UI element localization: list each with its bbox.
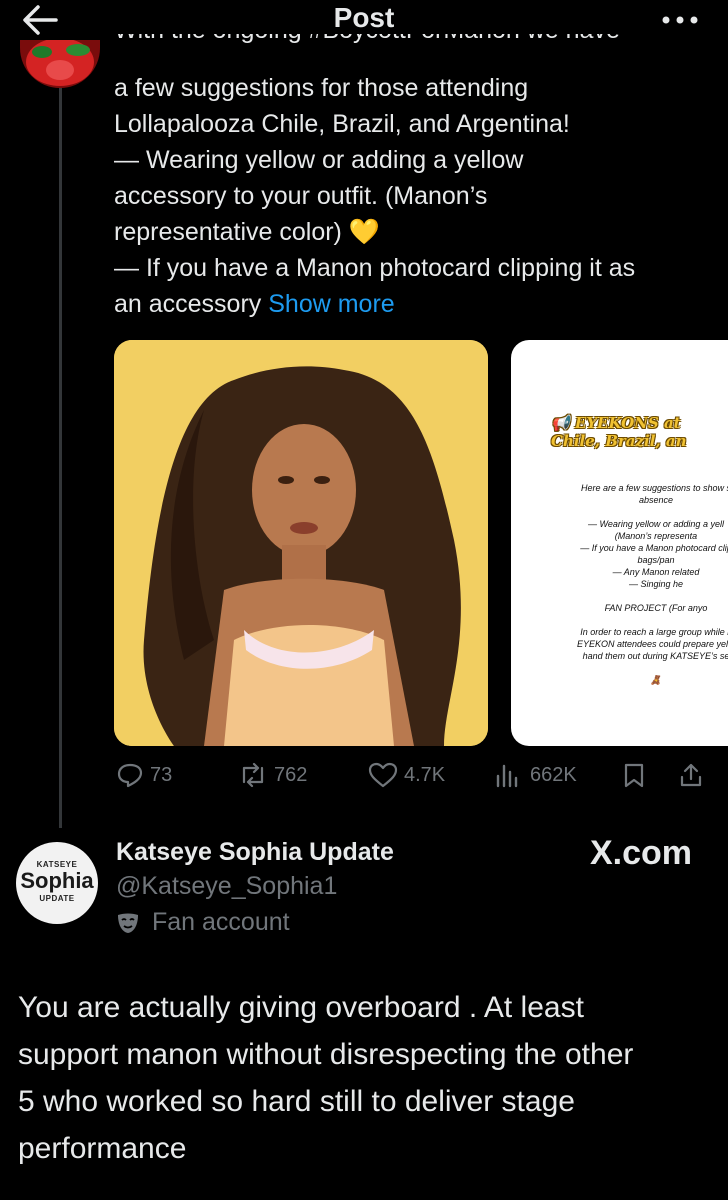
- heart-icon: [368, 762, 398, 788]
- views-count: 662K: [530, 763, 577, 786]
- tweet-text-line: representative color) 💛: [114, 218, 380, 246]
- tweet-text-line: — If you have a Manon photocard clipping…: [114, 254, 636, 282]
- fan-account-label: Fan account: [116, 908, 290, 937]
- reply-count: 73: [150, 763, 173, 786]
- repost-count: 762: [274, 763, 308, 786]
- reply-text-line: support manon without disrespecting the …: [18, 1038, 634, 1071]
- reply-text-line: You are actually giving overboard . At l…: [18, 991, 584, 1024]
- reply-text-line: performance: [18, 1132, 187, 1165]
- bookmark-button[interactable]: [622, 762, 646, 788]
- views-button[interactable]: 662K: [494, 762, 577, 788]
- like-button[interactable]: 4.7K: [368, 762, 445, 788]
- reply-text: You are actually giving overboard . At l…: [18, 984, 718, 1172]
- account-avatar[interactable]: KATSEYE Sophia UPDATE: [16, 842, 98, 924]
- tweet-text-partial-line: With the ongoing #BoycottForManon we hav…: [114, 34, 714, 70]
- tweet-text-line: accessory to your outfit. (Manon’s: [114, 182, 488, 210]
- flyer-title: 📢 EYEKONS at Chile, Brazil, an: [551, 414, 687, 450]
- like-count: 4.7K: [404, 763, 446, 786]
- repost-icon: [242, 762, 264, 788]
- photo-portrait[interactable]: [114, 340, 488, 746]
- page-title: Post: [333, 2, 395, 33]
- bookmark-icon: [624, 763, 644, 788]
- repost-button[interactable]: 762: [238, 762, 307, 788]
- tweet-text-line: Lollapalooza Chile, Brazil, and Argentin…: [114, 110, 570, 138]
- more-horizontal-icon: [662, 16, 698, 24]
- share-icon: [680, 763, 702, 787]
- account-name[interactable]: Katseye Sophia Update: [116, 838, 394, 867]
- more-options-button[interactable]: [660, 4, 700, 38]
- photo-flyer[interactable]: 📢 EYEKONS at Chile, Brazil, an Here are …: [511, 340, 728, 746]
- share-button[interactable]: [678, 762, 704, 788]
- tweet-action-bar: 73 762 4.7K 662K: [114, 762, 714, 792]
- reply-button[interactable]: 73: [116, 762, 172, 788]
- reply-icon: [117, 763, 143, 788]
- flyer-text: Here are a few suggestions to show s abs…: [576, 483, 728, 685]
- reply-text-line: 5 who worked so hard still to deliver st…: [18, 1085, 575, 1118]
- tweet-text: With the ongoing #BoycottForManon we hav…: [114, 34, 714, 322]
- thread-connector-line: [59, 86, 62, 828]
- tweet-text-line: an accessory Show more: [114, 290, 395, 318]
- tweet-text-line: — Wearing yellow or adding a yellow: [114, 146, 524, 174]
- show-more-link[interactable]: Show more: [268, 290, 394, 318]
- analytics-icon: [496, 764, 518, 788]
- mask-icon: [118, 913, 138, 933]
- account-handle[interactable]: @Katseye_Sophia1: [116, 872, 337, 901]
- author-avatar[interactable]: [20, 40, 100, 88]
- tweet-media: 📢 EYEKONS at Chile, Brazil, an Here are …: [114, 340, 728, 746]
- tweet-text-line: a few suggestions for those attending: [114, 74, 529, 102]
- x-com-watermark: X.com: [589, 834, 692, 872]
